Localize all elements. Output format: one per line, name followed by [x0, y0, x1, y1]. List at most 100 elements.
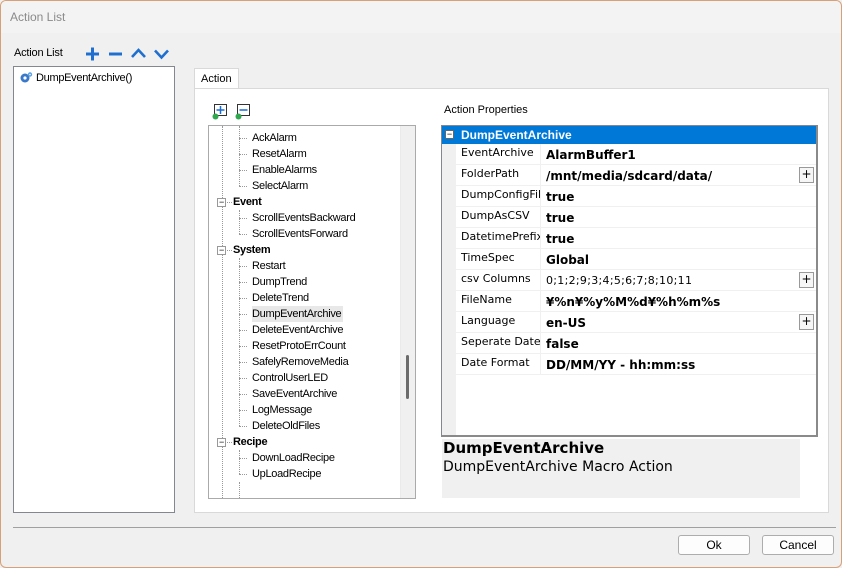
tree-group-system[interactable]: System	[233, 242, 271, 258]
tree-scrollbar-thumb[interactable]	[406, 355, 409, 399]
property-row[interactable]: DumpAsCSV true	[456, 207, 816, 228]
tree-item[interactable]: AckAlarm	[252, 130, 299, 146]
property-name: TimeSpec	[456, 249, 541, 269]
property-value[interactable]: en-US	[542, 312, 816, 332]
gear-icon	[20, 72, 33, 83]
action-list[interactable]: DumpEventArchive()	[13, 66, 175, 513]
property-value[interactable]: Global	[542, 249, 816, 269]
tree-item[interactable]: DumpEventArchive	[252, 306, 344, 322]
tree-item[interactable]: DumpTrend	[252, 274, 309, 290]
tree-group-event[interactable]: Event	[233, 194, 262, 210]
tree-item[interactable]: DeleteOldFiles	[252, 418, 322, 434]
property-value[interactable]: true	[542, 207, 816, 227]
tree-item[interactable]: LogMessage	[252, 402, 314, 418]
description-title: DumpEventArchive	[443, 439, 605, 457]
tree-scrollbar[interactable]	[400, 126, 415, 498]
expand-all-button[interactable]	[211, 103, 229, 121]
property-name: FileName	[456, 291, 541, 311]
move-down-button[interactable]	[153, 45, 171, 63]
tree-connector	[227, 250, 232, 251]
tree-connector	[239, 170, 247, 171]
property-category-header[interactable]: − DumpEventArchive	[442, 126, 816, 144]
property-row[interactable]: Seperate Date false	[456, 333, 816, 354]
tree-connector	[239, 210, 240, 234]
tree-expander-icon[interactable]: −	[217, 438, 226, 447]
tree-connector	[239, 298, 247, 299]
tree-connector	[239, 394, 247, 395]
property-value[interactable]: false	[542, 333, 816, 353]
remove-action-button[interactable]	[107, 45, 125, 63]
property-edit-button[interactable]: +	[799, 314, 814, 330]
property-name: DumpConfigFile	[456, 186, 541, 206]
property-grid[interactable]: − DumpEventArchive EventArchive AlarmBuff…	[441, 125, 818, 437]
property-row[interactable]: Date Format DD/MM/YY - hh:mm:ss	[456, 354, 816, 375]
property-row[interactable]: DatetimePrefix true	[456, 228, 816, 249]
property-name: Seperate Date	[456, 333, 541, 353]
property-value[interactable]: /mnt/media/sdcard/data/	[542, 165, 816, 185]
tree-group-recipe[interactable]: Recipe	[233, 434, 268, 450]
property-value[interactable]: AlarmBuffer1	[542, 144, 816, 164]
tree-item[interactable]: ResetAlarm	[252, 146, 308, 162]
tree-connector	[239, 362, 247, 363]
tree-item[interactable]: ScrollEventsBackward	[252, 210, 357, 226]
property-grid-gutter	[442, 126, 456, 435]
tree-connector	[239, 482, 240, 498]
property-value[interactable]: true	[542, 186, 816, 206]
property-name: DatetimePrefix	[456, 228, 541, 248]
property-value[interactable]: DD/MM/YY - hh:mm:ss	[542, 354, 816, 374]
action-list-label: Action List	[14, 47, 63, 59]
action-list-item[interactable]: DumpEventArchive()	[19, 70, 132, 86]
tree-connector	[239, 266, 247, 267]
tree-item[interactable]: DeleteTrend	[252, 290, 311, 306]
expand-all-icon	[212, 104, 227, 120]
property-row[interactable]: TimeSpec Global	[456, 249, 816, 270]
property-row[interactable]: FolderPath/mnt/media/sdcard/data/+	[456, 165, 816, 186]
tree-connector	[239, 126, 240, 186]
dialog-window: Action List Action List DumpEventArchive…	[0, 0, 842, 568]
tree-item[interactable]: ResetProtoErrCount	[252, 338, 348, 354]
tree-connector	[239, 410, 247, 411]
tree-item[interactable]: DeleteEventArchive	[252, 322, 345, 338]
tree-item[interactable]: SafelyRemoveMedia	[252, 354, 350, 370]
property-row[interactable]: EventArchive AlarmBuffer1	[456, 144, 816, 165]
collapse-all-button[interactable]	[234, 103, 252, 121]
tree-item[interactable]: DownLoadRecipe	[252, 450, 337, 466]
tree-expander-icon[interactable]: −	[217, 198, 226, 207]
tree-connector	[227, 202, 232, 203]
property-value[interactable]: ¥%n¥%y%M%d¥%h%m%s	[542, 291, 816, 311]
property-row[interactable]: csv Columns 0;1;2;9;3;4;5;6;7;8;10;11 +	[456, 270, 816, 291]
tab-action[interactable]: Action	[194, 68, 239, 89]
tree-connector	[239, 154, 247, 155]
property-row[interactable]: FileName ¥%n¥%y%M%d¥%h%m%s	[456, 291, 816, 312]
move-up-button[interactable]	[130, 45, 148, 63]
action-list-item-label: DumpEventArchive()	[36, 72, 133, 84]
property-name: DumpAsCSV	[456, 207, 541, 227]
tree-item[interactable]: EnableAlarms	[252, 162, 319, 178]
property-value[interactable]: 0;1;2;9;3;4;5;6;7;8;10;11	[542, 270, 816, 290]
action-tree[interactable]: SelectAllAlarmsAckAlarmResetAlarmEnableA…	[208, 125, 416, 499]
property-edit-button[interactable]: +	[799, 272, 814, 288]
tree-item[interactable]: UpLoadRecipe	[252, 466, 323, 482]
tree-connector	[239, 218, 247, 219]
description-panel: DumpEventArchive DumpEventArchive Macro …	[442, 439, 800, 498]
tree-item[interactable]: ControlUserLED	[252, 370, 330, 386]
tree-item[interactable]: ScrollEventsForward	[252, 226, 350, 242]
property-edit-button[interactable]: +	[799, 167, 814, 183]
tree-item[interactable]: SelectAlarm	[252, 178, 310, 194]
property-row[interactable]: DumpConfigFile true	[456, 186, 816, 207]
tree-item[interactable]: Restart	[252, 258, 287, 274]
chevron-down-icon	[154, 49, 169, 60]
tree-connector	[239, 330, 247, 331]
collapse-category-icon[interactable]: −	[445, 130, 454, 139]
collapse-all-icon	[235, 104, 250, 120]
tree-connector	[239, 314, 247, 315]
cancel-button[interactable]: Cancel	[762, 535, 834, 555]
tree-expander-icon[interactable]: −	[217, 246, 226, 255]
ok-button[interactable]: Ok	[678, 535, 750, 555]
property-row[interactable]: Language en-US +	[456, 312, 816, 333]
tree-connector	[239, 474, 247, 475]
tree-connector	[239, 450, 240, 474]
add-action-button[interactable]	[84, 45, 102, 63]
tree-item[interactable]: SaveEventArchive	[252, 386, 339, 402]
property-value[interactable]: true	[542, 228, 816, 248]
